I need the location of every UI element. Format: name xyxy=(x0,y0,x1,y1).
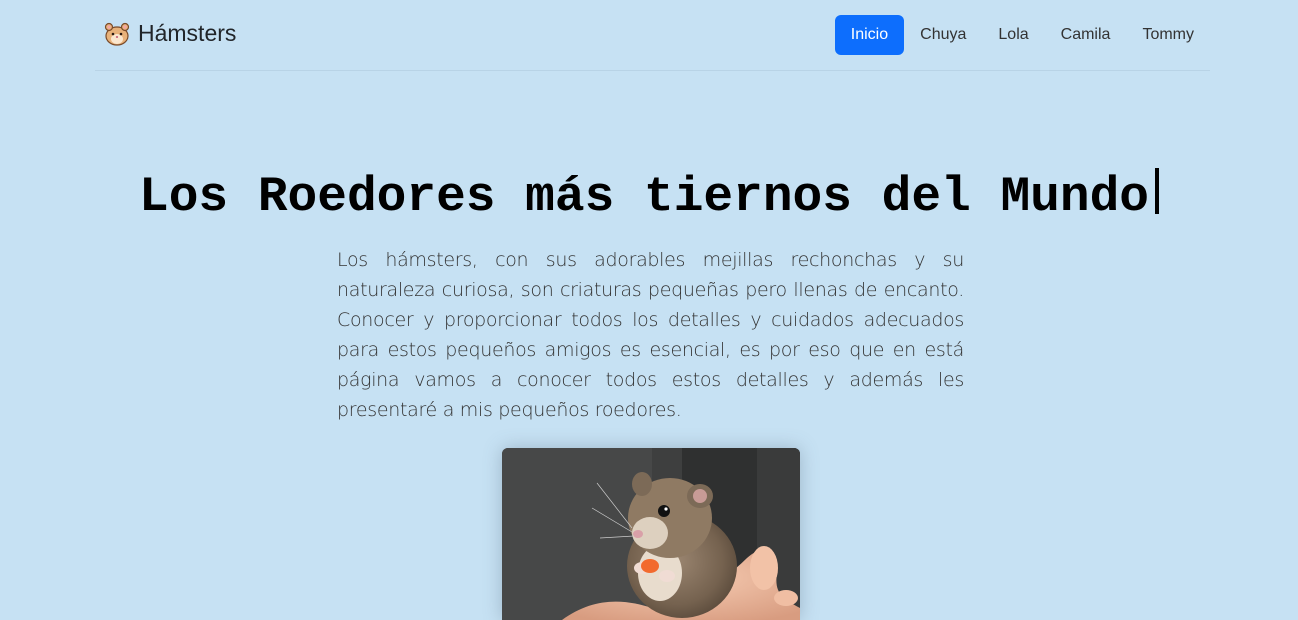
hero-title: Los Roedores más tiernos del Mundo xyxy=(139,169,1149,225)
nav-item-tommy[interactable]: Tommy xyxy=(1126,15,1210,55)
hamster-icon xyxy=(104,22,130,46)
hero-title-container: Los Roedores más tiernos del Mundo xyxy=(0,168,1298,225)
nav-item-lola[interactable]: Lola xyxy=(982,15,1044,55)
navbar: Hámsters Inicio Chuya Lola Camila Tommy xyxy=(95,0,1210,71)
page: Hámsters Inicio Chuya Lola Camila Tommy … xyxy=(0,0,1298,620)
hero-description: Los hámsters, con sus adorables mejillas… xyxy=(337,249,964,421)
nav-item-camila[interactable]: Camila xyxy=(1045,15,1127,55)
brand-name: Hámsters xyxy=(138,20,237,46)
nav-item-chuya[interactable]: Chuya xyxy=(904,15,982,55)
nav-menu: Inicio Chuya Lola Camila Tommy xyxy=(834,15,1210,55)
nav-item-inicio[interactable]: Inicio xyxy=(834,15,905,55)
hamster-photo xyxy=(502,448,800,620)
hamster-photo-illustration xyxy=(502,448,800,620)
brand-link[interactable]: Hámsters xyxy=(104,20,236,47)
typing-cursor xyxy=(1154,168,1159,214)
